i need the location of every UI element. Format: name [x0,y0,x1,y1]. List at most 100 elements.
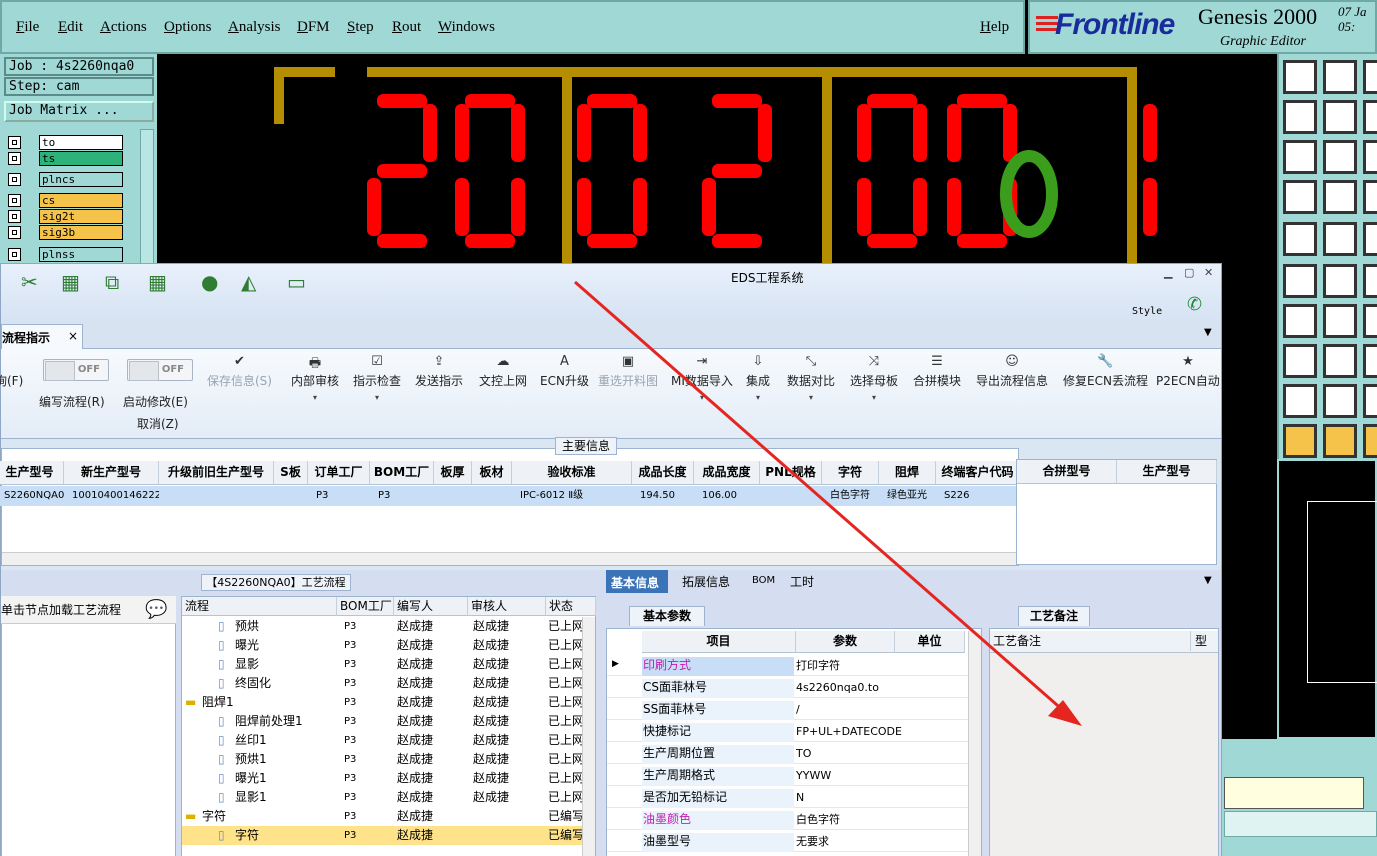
layer-checkbox[interactable] [8,226,21,239]
column-header[interactable]: 订单工厂 [308,461,370,485]
column-header[interactable]: 编写人 [394,597,468,616]
move-icon[interactable] [1363,344,1377,378]
craft-notes-body[interactable] [990,653,1218,856]
job-matrix-button[interactable]: Job Matrix ... [4,101,154,122]
param-value[interactable]: N [796,789,804,806]
grid-cell[interactable]: 白色字符 [822,486,879,506]
column-header[interactable]: 状态 [546,597,596,616]
film-icon[interactable]: ▦ [61,270,80,294]
close-icon[interactable]: ✕ [1204,266,1213,279]
layer-row[interactable]: to [8,135,125,150]
triangle-icon[interactable] [1283,384,1317,418]
pan-icon[interactable] [1323,140,1357,174]
layer-row[interactable]: cs [8,193,125,208]
column-header[interactable]: 成品宽度 [694,461,760,485]
ribbon-button-14[interactable]: ☰ 合拼模块 [913,354,961,389]
ribbon-button-1[interactable]: 编写流程(R) [39,393,105,410]
param-value[interactable]: 白色字符 [796,811,840,828]
ruler-icon[interactable] [1363,222,1377,256]
open-icon[interactable] [1283,60,1317,94]
polygon-icon[interactable] [1323,384,1357,418]
phone-icon[interactable]: ✆ [1187,294,1202,315]
column-header[interactable]: 合拼型号 [1017,460,1117,484]
grid-cell[interactable]: 194.50 [632,486,694,506]
info-dropdown-icon[interactable]: ▼ [1204,575,1212,586]
save-icon[interactable] [1323,60,1357,94]
column-header[interactable]: 板材 [472,461,512,485]
edit-shape-icon[interactable] [1323,222,1357,256]
column-header[interactable]: 板厚 [434,461,472,485]
param-row[interactable]: 油墨颜色 白色字符 [607,808,972,830]
select-box-icon[interactable] [1283,222,1317,256]
param-row[interactable]: 生产周期格式 YYWW [607,764,972,786]
grid-cell[interactable]: S2260NQA0 [0,486,64,506]
tab-dropdown-icon[interactable]: ▼ [1204,327,1212,338]
layer-row[interactable]: plncs [8,172,125,187]
process-row[interactable]: ▯ 显影 P3 赵成捷 赵成捷 已上网 [182,655,582,674]
param-row[interactable]: SS面菲林号 / [607,698,972,720]
tab-info-2[interactable]: BOM [752,575,775,586]
param-row[interactable]: ▶ 印刷方式 打印字符 [607,654,972,676]
one-to-one-icon[interactable] [1363,140,1377,174]
layer-name[interactable]: sig2t [39,209,123,224]
tab-info-1[interactable]: 拓展信息 [682,573,730,590]
layer-checkbox[interactable] [8,173,21,186]
layer-checkbox[interactable] [8,210,21,223]
layer-checkbox[interactable] [8,152,21,165]
column-header[interactable]: 项目 [642,631,796,653]
grid-icon[interactable]: ▦ [148,270,167,294]
column-header[interactable]: 流程 [182,597,337,616]
column-header[interactable]: 验收标准 [512,461,632,485]
ribbon-button-2[interactable]: 启动修改(E) [123,393,188,410]
ribbon-button-6[interactable]: ⇪ 发送指示 [415,354,463,389]
grid-cell[interactable] [434,486,472,506]
param-row[interactable]: 油墨型号 无要求 [607,830,972,852]
column-header[interactable]: BOM工厂 [370,461,434,485]
column-header[interactable]: PNL规格 [760,461,822,485]
process-row[interactable]: ▯ 字符 P3 赵成捷 已编写 [182,826,582,845]
param-row[interactable]: 快捷标记 FP+UL+DATECODE [607,720,972,742]
column-header[interactable]: S板 [274,461,308,485]
column-header[interactable]: 新生产型号 [64,461,159,485]
ribbon-button-11[interactable]: ⇩ 集成 ▾ [746,354,770,402]
process-row[interactable]: ▯ 丝印1 P3 赵成捷 赵成捷 已上网 [182,731,582,750]
column-header[interactable]: 单位 [895,631,965,653]
layer-name[interactable]: plncs [39,172,123,187]
ribbon-button-13[interactable]: ⤨ 选择母板 ▾ [850,354,898,402]
param-value[interactable]: 打印字符 [796,657,840,674]
grid-cell[interactable]: IPC-6012 Ⅱ级 [512,486,632,506]
layer-row[interactable]: sig2t [8,209,125,224]
horizontal-scrollbar[interactable] [2,552,1018,565]
param-row[interactable]: 是否加无铅标记 N [607,786,972,808]
tab-basic-info[interactable]: 基本信息 [606,570,668,593]
print-icon[interactable] [1363,60,1377,94]
layer-row[interactable]: sig3b [8,225,125,240]
zoom-out-icon[interactable] [1323,100,1357,134]
menu-rout[interactable]: Rout [392,19,421,36]
grid-cell[interactable]: 10010400146222 [64,486,159,506]
process-row[interactable]: ▯ 显影1 P3 赵成捷 赵成捷 已上网 [182,788,582,807]
user-icon[interactable]: ● [201,270,218,294]
ribbon-button-0[interactable]: 询(F) [0,354,23,389]
tab-info-3[interactable]: 工时 [790,573,814,590]
column-header[interactable]: 字符 [822,461,879,485]
toggle-switch[interactable]: OFF [127,359,193,381]
ribbon-button-12[interactable]: ⤡ 数据对比 ▾ [787,354,835,402]
cancel-button[interactable]: 取消(Z) [137,415,179,432]
grid-cell[interactable]: 绿色亚光 [879,486,936,506]
grid-cell[interactable] [159,486,274,506]
select-icon[interactable] [1323,424,1357,458]
menu-step[interactable]: Step [347,19,374,36]
column-header[interactable]: 终端客户代码 [936,461,1020,485]
param-value[interactable]: TO [796,745,811,762]
ribbon-button-15[interactable]: ☺ 导出流程信息 [976,354,1048,389]
column-header[interactable]: 审核人 [468,597,546,616]
layer-name[interactable]: sig3b [39,225,123,240]
layer-name[interactable]: cs [39,193,123,208]
chart-icon[interactable]: ◭ [241,270,256,294]
menu-edit[interactable]: Edit [58,19,83,36]
cut-icon[interactable]: ✂ [21,270,38,294]
line-icon[interactable] [1323,304,1357,338]
process-row[interactable]: ▯ 预烘 P3 赵成捷 赵成捷 已上网 [182,617,582,636]
grid-cell[interactable]: 106.00 [694,486,760,506]
